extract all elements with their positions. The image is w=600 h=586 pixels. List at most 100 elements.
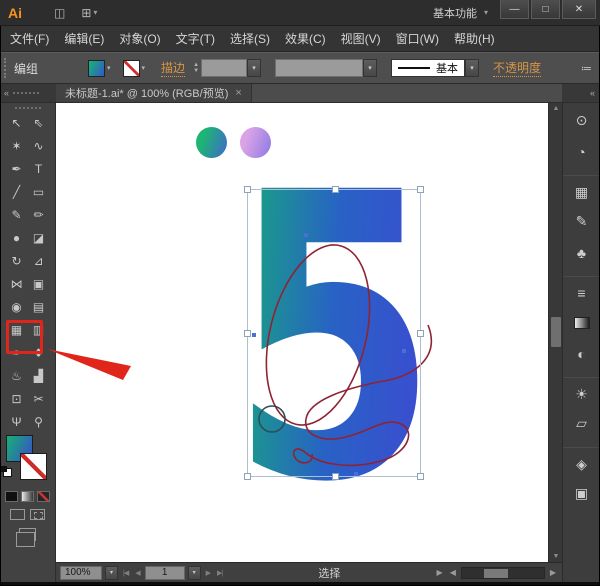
- minimize-button[interactable]: —: [500, 0, 529, 19]
- gradient-tool[interactable]: ▥: [28, 318, 50, 341]
- brushes-panel-icon[interactable]: ✎: [563, 206, 600, 237]
- menu-window[interactable]: 窗口(W): [396, 30, 439, 47]
- menu-type[interactable]: 文字(T): [176, 30, 215, 47]
- default-fill-stroke-icon[interactable]: [3, 468, 12, 477]
- paintbrush-tool[interactable]: ✎: [6, 203, 28, 226]
- variable-width-profile-select[interactable]: [275, 59, 363, 77]
- artboard-tool[interactable]: ⊡: [6, 387, 28, 410]
- menu-object[interactable]: 对象(O): [119, 30, 160, 47]
- toolbar-collapse-icon[interactable]: «: [4, 88, 9, 98]
- horizontal-scroll-thumb[interactable]: [484, 569, 508, 578]
- last-artboard-button[interactable]: ▶|: [215, 569, 224, 577]
- menu-effect[interactable]: 效果(C): [285, 30, 326, 47]
- color-mode-button[interactable]: [5, 491, 18, 502]
- workspace-switcher[interactable]: 基本功能 ▾: [433, 5, 488, 21]
- selection-tool[interactable]: ↖: [6, 111, 28, 134]
- stroke-swatch[interactable]: [20, 453, 47, 480]
- magic-wand-tool[interactable]: ✶: [6, 134, 28, 157]
- eyedropper-tool[interactable]: ✑: [6, 341, 28, 364]
- menu-help[interactable]: 帮助(H): [454, 30, 495, 47]
- symbol-sprayer-tool[interactable]: ♨: [6, 364, 28, 387]
- mesh-tool[interactable]: ▦: [6, 318, 28, 341]
- line-segment-tool[interactable]: ╱: [6, 180, 28, 203]
- stroke-weight-dropdown-icon[interactable]: ▾: [247, 59, 261, 77]
- gradient-mode-button[interactable]: [21, 491, 34, 502]
- direct-selection-tool[interactable]: ⇖: [28, 111, 50, 134]
- blob-brush-tool[interactable]: ●: [6, 226, 28, 249]
- pencil-tool[interactable]: ✏: [28, 203, 50, 226]
- width-tool[interactable]: ⋈: [6, 272, 28, 295]
- tools-panel-grip[interactable]: [15, 107, 41, 109]
- control-bar-grip[interactable]: [4, 58, 9, 78]
- prev-artboard-button[interactable]: ◀: [133, 569, 141, 577]
- stroke-weight-stepper[interactable]: ▲ ▼: [193, 62, 199, 74]
- stroke-panel-icon[interactable]: ≡: [563, 276, 600, 307]
- stepper-down-icon[interactable]: ▼: [193, 68, 199, 74]
- number-five[interactable]: 5: [230, 109, 438, 562]
- free-transform-tool[interactable]: ▣: [28, 272, 50, 295]
- graphic-styles-panel-icon[interactable]: ▱: [563, 408, 600, 439]
- hscroll-left-icon[interactable]: ◀: [448, 568, 458, 577]
- first-artboard-button[interactable]: |◀: [121, 569, 130, 577]
- artboards-panel-icon[interactable]: ▣: [563, 478, 600, 509]
- brush-dropdown-icon[interactable]: ▾: [465, 59, 479, 77]
- stroke-color-swatch[interactable]: [123, 60, 140, 77]
- horizontal-scrollbar[interactable]: [461, 567, 545, 579]
- stroke-weight-input[interactable]: [201, 59, 247, 77]
- vertical-scroll-thumb[interactable]: [551, 317, 561, 347]
- arrange-documents-icon[interactable]: ⊞: [81, 6, 91, 20]
- vertical-scrollbar[interactable]: ▲ ▼: [548, 103, 562, 562]
- scroll-down-icon[interactable]: ▼: [549, 553, 563, 560]
- scroll-up-icon[interactable]: ▲: [549, 105, 563, 112]
- layers-panel-icon[interactable]: ◈: [563, 447, 600, 478]
- scale-tool[interactable]: ⊿: [28, 249, 50, 272]
- variable-width-dropdown-icon[interactable]: ▾: [363, 59, 377, 77]
- draw-normal-button[interactable]: [10, 509, 25, 520]
- arrange-documents-arrow-icon[interactable]: ▾: [93, 8, 97, 17]
- maximize-button[interactable]: □: [531, 0, 560, 19]
- panel-collapse-icon[interactable]: «: [590, 88, 595, 98]
- menu-file[interactable]: 文件(F): [10, 30, 49, 47]
- artboard-number-input[interactable]: 1: [145, 566, 185, 580]
- fill-color-swatch[interactable]: [88, 60, 105, 77]
- lasso-tool[interactable]: ∿: [28, 134, 50, 157]
- stroke-panel-link[interactable]: 描边: [161, 59, 185, 77]
- zoom-tool[interactable]: ⚲: [28, 410, 50, 433]
- fill-dropdown-icon[interactable]: ▾: [105, 62, 113, 74]
- status-pane-button[interactable]: ▶: [435, 568, 445, 577]
- canvas[interactable]: 5: [56, 103, 548, 562]
- shape-builder-tool[interactable]: ◉: [6, 295, 28, 318]
- perspective-grid-tool[interactable]: ▤: [28, 295, 50, 318]
- color-guide-panel-icon[interactable]: ◔: [563, 136, 600, 167]
- toolbar-dock-grip[interactable]: [13, 92, 39, 94]
- stroke-dropdown-icon[interactable]: ▾: [140, 62, 148, 74]
- rectangle-tool[interactable]: ▭: [28, 180, 50, 203]
- next-artboard-button[interactable]: ▶: [204, 569, 212, 577]
- bridge-icon[interactable]: ◫: [54, 6, 65, 20]
- draw-inside-button[interactable]: [30, 509, 45, 520]
- menu-select[interactable]: 选择(S): [230, 30, 270, 47]
- pen-tool[interactable]: ✒: [6, 157, 28, 180]
- transparency-panel-icon[interactable]: ◐: [563, 338, 600, 369]
- column-graph-tool[interactable]: ▟: [28, 364, 50, 387]
- zoom-level-input[interactable]: 100%: [60, 566, 102, 580]
- close-button[interactable]: ✕: [562, 0, 596, 19]
- eraser-tool[interactable]: ◪: [28, 226, 50, 249]
- swatches-panel-icon[interactable]: ▦: [563, 175, 600, 206]
- menu-view[interactable]: 视图(V): [341, 30, 381, 47]
- hand-tool[interactable]: Ψ: [6, 410, 28, 433]
- gradient-panel-icon[interactable]: ■: [563, 307, 600, 338]
- brush-definition-select[interactable]: 基本: [391, 59, 465, 77]
- slice-tool[interactable]: ✂: [28, 387, 50, 410]
- none-mode-button[interactable]: [37, 491, 50, 502]
- type-tool[interactable]: T: [28, 157, 50, 180]
- color-panel-icon[interactable]: ⊙: [563, 105, 600, 136]
- symbols-panel-icon[interactable]: ♣: [563, 237, 600, 268]
- hscroll-right-icon[interactable]: ▶: [548, 568, 558, 577]
- rotate-tool[interactable]: ↻: [6, 249, 28, 272]
- control-panel-menu-icon[interactable]: ≔: [581, 62, 592, 75]
- zoom-dropdown-icon[interactable]: ▾: [105, 566, 118, 580]
- blend-tool[interactable]: ❖: [28, 341, 50, 364]
- menu-edit[interactable]: 编辑(E): [64, 30, 104, 47]
- opacity-panel-link[interactable]: 不透明度: [493, 59, 541, 77]
